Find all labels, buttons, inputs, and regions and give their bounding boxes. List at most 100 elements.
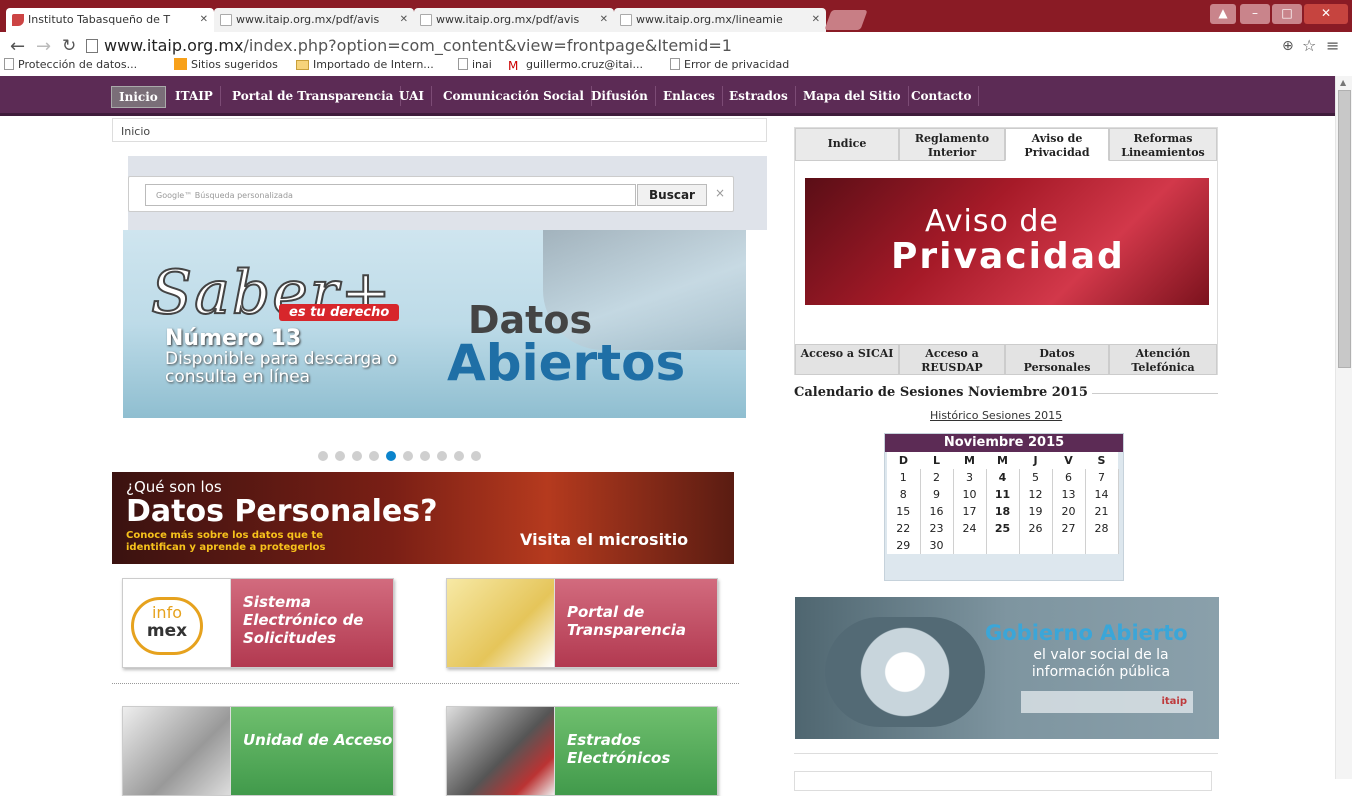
tile-portal-transparencia[interactable]: Portal de Transparencia (446, 578, 718, 668)
nav-item-itaip[interactable]: ITAIP (168, 86, 221, 106)
minimize-icon[interactable]: – (1240, 4, 1270, 24)
dp-title: Datos Personales? (126, 494, 438, 529)
reload-icon[interactable]: ↻ (62, 36, 76, 56)
nav-item-enlaces[interactable]: Enlaces (656, 86, 723, 106)
nav-item-difusion[interactable]: Difusión (584, 86, 656, 106)
gobierno-abierto-banner[interactable]: Gobierno Abierto el valor social de la i… (795, 597, 1219, 739)
tab-indice[interactable]: Indice (795, 128, 899, 161)
slider-dot[interactable] (318, 451, 328, 461)
url-field[interactable]: www.itaip.org.mx/index.php?option=com_co… (104, 36, 732, 55)
aviso-line2: Privacidad (891, 236, 1125, 277)
nav-item-mapa-sitio[interactable]: Mapa del Sitio (796, 86, 909, 106)
calendar-day: 28 (1085, 520, 1119, 537)
close-tab-icon[interactable]: ✕ (812, 8, 820, 32)
bookmark-folder[interactable]: Importado de Intern... (296, 58, 434, 71)
tile-estrados-electronicos[interactable]: Estrados Electrónicos (446, 706, 718, 796)
close-window-icon[interactable]: ✕ (1304, 4, 1348, 24)
heading-rule (1092, 393, 1218, 394)
slider-dot[interactable] (437, 451, 447, 461)
nav-item-uai[interactable]: UAI (392, 86, 433, 106)
calendar-day: 15 (887, 503, 921, 520)
calendar-day: 13 (1052, 486, 1086, 503)
calendar-day-session[interactable]: 18 (986, 503, 1020, 520)
featured-banner[interactable]: Saber+ es tu derecho Número 13 Disponibl… (123, 230, 746, 418)
bookmark-star-icon[interactable]: ☆ (1302, 36, 1316, 55)
tab-reglamento-interior[interactable]: Reglamento Interior (899, 128, 1005, 161)
maximize-icon[interactable]: □ (1272, 4, 1302, 24)
link-acceso-sicai[interactable]: Acceso a SICAI (795, 344, 899, 375)
calendar-day (953, 537, 987, 554)
bookmark-item[interactable]: inai (458, 58, 492, 71)
historico-link[interactable]: Histórico Sesiones 2015 (930, 409, 1062, 422)
bookmark-item[interactable]: Sitios sugeridos (174, 58, 278, 71)
breadcrumb[interactable]: Inicio (112, 118, 767, 142)
slider-dot[interactable] (369, 451, 379, 461)
tile-infomex[interactable]: info mex Sistema Electrónico de Solicitud… (122, 578, 394, 668)
browser-tab[interactable]: Instituto Tabasqueño de T ✕ (6, 8, 214, 32)
partner-logos: itaip (1021, 691, 1193, 713)
bookmark-item[interactable]: Error de privacidad (670, 58, 789, 71)
browser-tab-strip: Instituto Tabasqueño de T ✕ www.itaip.or… (0, 0, 1352, 32)
calendar-day: 10 (953, 486, 987, 503)
nav-item-comunicacion-social[interactable]: Comunicación Social (436, 86, 592, 106)
close-tab-icon[interactable]: ✕ (400, 8, 408, 32)
calendar-day: 26 (1019, 520, 1053, 537)
slider-dot[interactable] (471, 451, 481, 461)
calendar-day: 6 (1052, 469, 1086, 486)
slider-dot[interactable] (335, 451, 345, 461)
aviso-privacidad-image[interactable]: Aviso de Privacidad (805, 178, 1209, 305)
menu-icon[interactable]: ≡ (1326, 36, 1339, 55)
section-divider (794, 753, 1218, 754)
calendar-day-session[interactable]: 4 (986, 469, 1020, 486)
datos-personales-banner[interactable]: ¿Qué son los Datos Personales? Conoce má… (112, 472, 734, 564)
forward-icon[interactable]: → (36, 36, 51, 57)
slider-pagination (318, 450, 488, 462)
tile-unidad-acceso[interactable]: Unidad de Acceso (122, 706, 394, 796)
back-icon[interactable]: ← (10, 36, 25, 57)
bookmark-item[interactable]: Mguillermo.cruz@itai... (508, 58, 643, 72)
nav-item-estrados[interactable]: Estrados (722, 86, 796, 106)
bookmark-item[interactable]: Protección de datos... (4, 58, 137, 71)
link-datos-personales[interactable]: Datos Personales (1005, 344, 1109, 375)
calendar-day: 2 (920, 469, 954, 486)
page-scrollbar[interactable]: ▲ (1335, 76, 1352, 779)
search-input[interactable]: Google™ Búsqueda personalizada (145, 184, 636, 206)
calendar-day: 16 (920, 503, 954, 520)
banner-derecho-text: es tu derecho (279, 304, 400, 321)
calendar-day: 24 (953, 520, 987, 537)
slider-dot[interactable] (454, 451, 464, 461)
tab-reformas-lineamientos[interactable]: Reformas Lineamientos (1109, 128, 1217, 161)
slider-dot-active[interactable] (386, 451, 396, 461)
link-acceso-reusdap[interactable]: Acceso a REUSDAP (899, 344, 1005, 375)
dp-cta[interactable]: Visita el micrositio (520, 530, 688, 549)
key-lock-icon (123, 707, 231, 795)
browser-tab[interactable]: www.itaip.org.mx/pdf/avis ✕ (214, 8, 414, 32)
browser-tab[interactable]: www.itaip.org.mx/pdf/avis ✕ (414, 8, 614, 32)
gobierno-title: Gobierno Abierto (985, 621, 1188, 645)
nav-item-inicio[interactable]: Inicio (111, 86, 166, 108)
sidebar-next-box (794, 771, 1212, 791)
slider-dot[interactable] (420, 451, 430, 461)
search-button[interactable]: Buscar (637, 184, 707, 206)
close-tab-icon[interactable]: ✕ (600, 8, 608, 32)
calendar-day: 12 (1019, 486, 1053, 503)
nav-item-portal-transparencia[interactable]: Portal de Transparencia (225, 86, 402, 106)
magnifier-folder-icon (447, 579, 555, 667)
close-tab-icon[interactable]: ✕ (200, 8, 208, 32)
zoom-icon[interactable]: ⊕ (1282, 38, 1294, 54)
scrollbar-thumb[interactable] (1338, 90, 1351, 368)
calendar-day-session[interactable]: 11 (986, 486, 1020, 503)
scroll-up-icon[interactable]: ▲ (1340, 78, 1346, 87)
calendar-day-session[interactable]: 25 (986, 520, 1020, 537)
slider-dot[interactable] (403, 451, 413, 461)
slider-dot[interactable] (352, 451, 362, 461)
link-atencion-telefonica[interactable]: Atención Telefónica (1109, 344, 1217, 375)
tab-aviso-privacidad[interactable]: Aviso de Privacidad (1005, 128, 1109, 161)
nav-item-contacto[interactable]: Contacto (904, 86, 980, 106)
aviso-line1: Aviso de (925, 204, 1059, 239)
new-tab-button[interactable] (824, 10, 868, 30)
user-profile-icon[interactable]: ▲ (1210, 4, 1236, 24)
clear-search-icon[interactable]: × (715, 186, 725, 200)
calendar-day: 8 (887, 486, 921, 503)
browser-tab[interactable]: www.itaip.org.mx/lineamie ✕ (614, 8, 826, 32)
